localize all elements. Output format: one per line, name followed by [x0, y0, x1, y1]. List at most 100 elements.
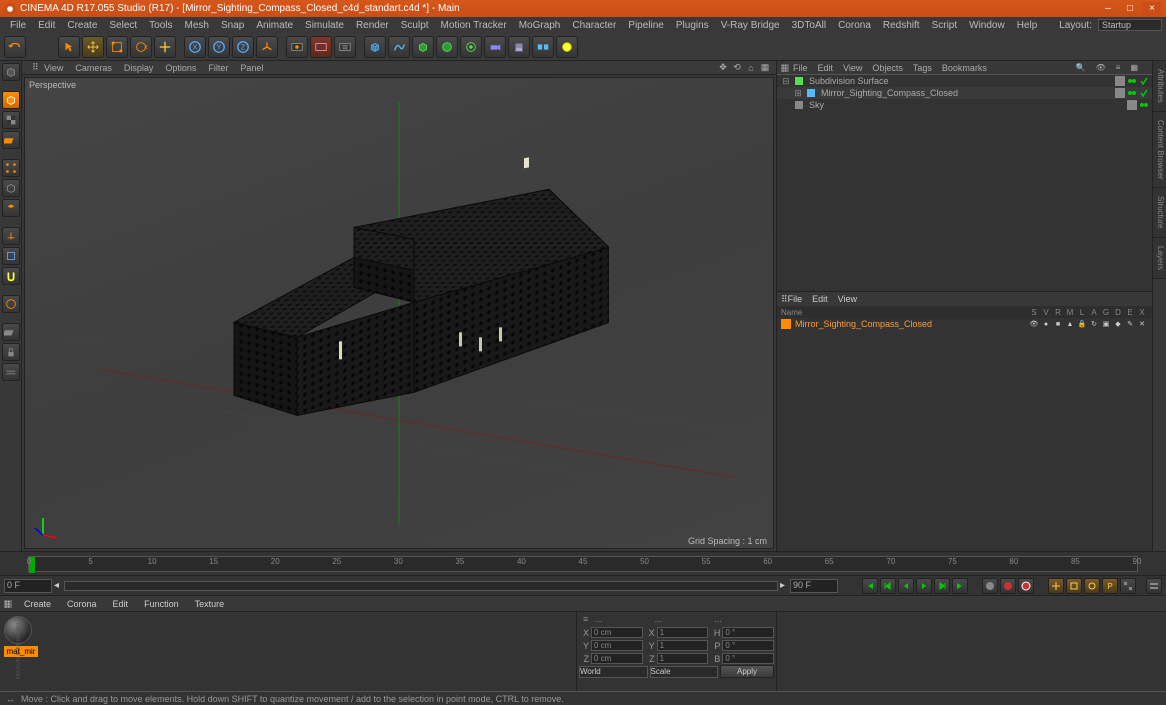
- menu-pipeline[interactable]: Pipeline: [622, 20, 670, 31]
- vmenu-options[interactable]: Options: [159, 63, 202, 73]
- add-cube[interactable]: [364, 36, 386, 58]
- menu-motion-tracker[interactable]: Motion Tracker: [435, 20, 513, 31]
- snap-toggle[interactable]: [2, 267, 20, 285]
- objmenu-bookmarks[interactable]: Bookmarks: [942, 63, 987, 73]
- make-editable[interactable]: [2, 63, 20, 81]
- matmenu-function[interactable]: Function: [136, 599, 187, 609]
- record-button[interactable]: [982, 578, 998, 594]
- expander-icon[interactable]: ⊞: [793, 88, 803, 99]
- vmenu-display[interactable]: Display: [118, 63, 160, 73]
- render-settings[interactable]: [334, 36, 356, 58]
- scale-tool[interactable]: [106, 36, 128, 58]
- layer-flag-A[interactable]: ↻: [1088, 320, 1100, 328]
- coord-system[interactable]: [256, 36, 278, 58]
- goto-next-key[interactable]: [934, 578, 950, 594]
- objpanel-icon-0[interactable]: 🔍: [1076, 63, 1086, 72]
- rotate-tool[interactable]: [130, 36, 152, 58]
- key-pla[interactable]: [1120, 578, 1136, 594]
- coord-field-Y[interactable]: 1: [657, 640, 709, 651]
- coord-apply-button[interactable]: Apply: [720, 665, 774, 678]
- axis-mode[interactable]: [2, 227, 20, 245]
- menu-create[interactable]: Create: [61, 20, 103, 31]
- object-tree[interactable]: ⊟Subdivision Surface⊞Mirror_Sighting_Com…: [777, 75, 1152, 291]
- add-environment[interactable]: [460, 36, 482, 58]
- visibility-dots-icon[interactable]: [1139, 100, 1149, 110]
- objmenu-view[interactable]: View: [843, 63, 862, 73]
- deform-toggle[interactable]: [2, 295, 20, 313]
- undo-button[interactable]: [4, 36, 26, 58]
- vmenu-filter[interactable]: Filter: [202, 63, 234, 73]
- coord-field-H[interactable]: 0 °: [722, 627, 774, 638]
- z-axis-lock[interactable]: Z: [232, 36, 254, 58]
- add-spline[interactable]: [388, 36, 410, 58]
- layer-flag-E[interactable]: ✎: [1124, 320, 1136, 328]
- add-deformer[interactable]: [436, 36, 458, 58]
- objmenu-edit[interactable]: Edit: [818, 63, 834, 73]
- key-param[interactable]: P: [1102, 578, 1118, 594]
- y-axis-lock[interactable]: Y: [208, 36, 230, 58]
- layer-flag-V[interactable]: ●: [1040, 321, 1052, 328]
- object-name[interactable]: Mirror_Sighting_Compass_Closed: [819, 88, 1114, 98]
- minimize-button[interactable]: –: [1098, 2, 1118, 16]
- add-tag[interactable]: [556, 36, 578, 58]
- objpanel-icon-1[interactable]: 👁: [1096, 63, 1106, 72]
- move-tool[interactable]: [82, 36, 104, 58]
- autokey-button[interactable]: [1000, 578, 1016, 594]
- object-name[interactable]: Sky: [807, 100, 1126, 110]
- layer-col-L[interactable]: L: [1076, 308, 1088, 317]
- coord-field-Z[interactable]: 0 cm: [591, 653, 643, 664]
- viewport-nav-icon-0[interactable]: ✥: [717, 62, 729, 74]
- layer-flag-S[interactable]: 👁: [1028, 320, 1040, 328]
- layer-flag-D[interactable]: ◆: [1112, 320, 1124, 328]
- menu-render[interactable]: Render: [350, 20, 395, 31]
- menu-animate[interactable]: Animate: [250, 20, 299, 31]
- workplane-mode[interactable]: [2, 131, 20, 149]
- polygon-mode[interactable]: [2, 199, 20, 217]
- menu-3dtoall[interactable]: 3DToAll: [786, 20, 832, 31]
- matmenu-edit[interactable]: Edit: [105, 599, 137, 609]
- layer-row[interactable]: Mirror_Sighting_Compass_Closed👁●■▲🔒↻▣◆✎✕: [777, 318, 1152, 330]
- play-backward[interactable]: [898, 578, 914, 594]
- menu-corona[interactable]: Corona: [832, 20, 877, 31]
- panel-grip-icon[interactable]: ⠿: [4, 600, 12, 608]
- object-row[interactable]: ⊞ Mirror_Sighting_Compass_Closed: [777, 87, 1152, 99]
- objmenu-objects[interactable]: Objects: [872, 63, 903, 73]
- workplane-snap[interactable]: [2, 323, 20, 341]
- layer-flag-R[interactable]: ■: [1052, 321, 1064, 328]
- timeline[interactable]: 051015202530354045505560657075808590: [0, 551, 1166, 575]
- visibility-dots-icon[interactable]: [1127, 76, 1137, 86]
- layer-dot-icon[interactable]: [1115, 76, 1125, 86]
- menu-redshift[interactable]: Redshift: [877, 20, 926, 31]
- key-pos[interactable]: [1048, 578, 1064, 594]
- matmenu-texture[interactable]: Texture: [187, 599, 233, 609]
- layer-col-V[interactable]: V: [1040, 308, 1052, 317]
- coord-space-select[interactable]: World: [579, 666, 648, 678]
- viewport[interactable]: Perspective: [24, 77, 774, 549]
- layer-flag-L[interactable]: 🔒: [1076, 320, 1088, 328]
- planar-workplane[interactable]: [2, 363, 20, 381]
- key-rot[interactable]: [1084, 578, 1100, 594]
- layer-flag-X[interactable]: ✕: [1136, 320, 1148, 328]
- menu-tools[interactable]: Tools: [143, 20, 178, 31]
- menu-mograph[interactable]: MoGraph: [513, 20, 567, 31]
- layer-col-R[interactable]: R: [1052, 308, 1064, 317]
- x-axis-lock[interactable]: X: [184, 36, 206, 58]
- panel-grip-icon[interactable]: ⠿: [781, 64, 789, 72]
- model-mode[interactable]: [2, 91, 20, 109]
- objpanel-icon-2[interactable]: ≡: [1116, 63, 1121, 72]
- side-tab-layers[interactable]: Layers: [1153, 238, 1166, 279]
- layout-select[interactable]: Startup: [1098, 19, 1162, 31]
- object-row[interactable]: Sky: [777, 99, 1152, 111]
- menu-simulate[interactable]: Simulate: [299, 20, 350, 31]
- coord-mode-select[interactable]: Scale: [650, 666, 719, 678]
- close-button[interactable]: ×: [1142, 2, 1162, 16]
- check-icon[interactable]: [1139, 76, 1149, 86]
- check-icon[interactable]: [1139, 88, 1149, 98]
- key-options[interactable]: [1146, 578, 1162, 594]
- coord-field-Y[interactable]: 0 cm: [591, 640, 643, 651]
- menu-file[interactable]: File: [4, 20, 32, 31]
- range-end-field[interactable]: 90 F: [790, 579, 838, 593]
- layer-col-A[interactable]: A: [1088, 308, 1100, 317]
- viewport-solo[interactable]: [2, 247, 20, 265]
- laymenu-file[interactable]: File: [788, 294, 803, 304]
